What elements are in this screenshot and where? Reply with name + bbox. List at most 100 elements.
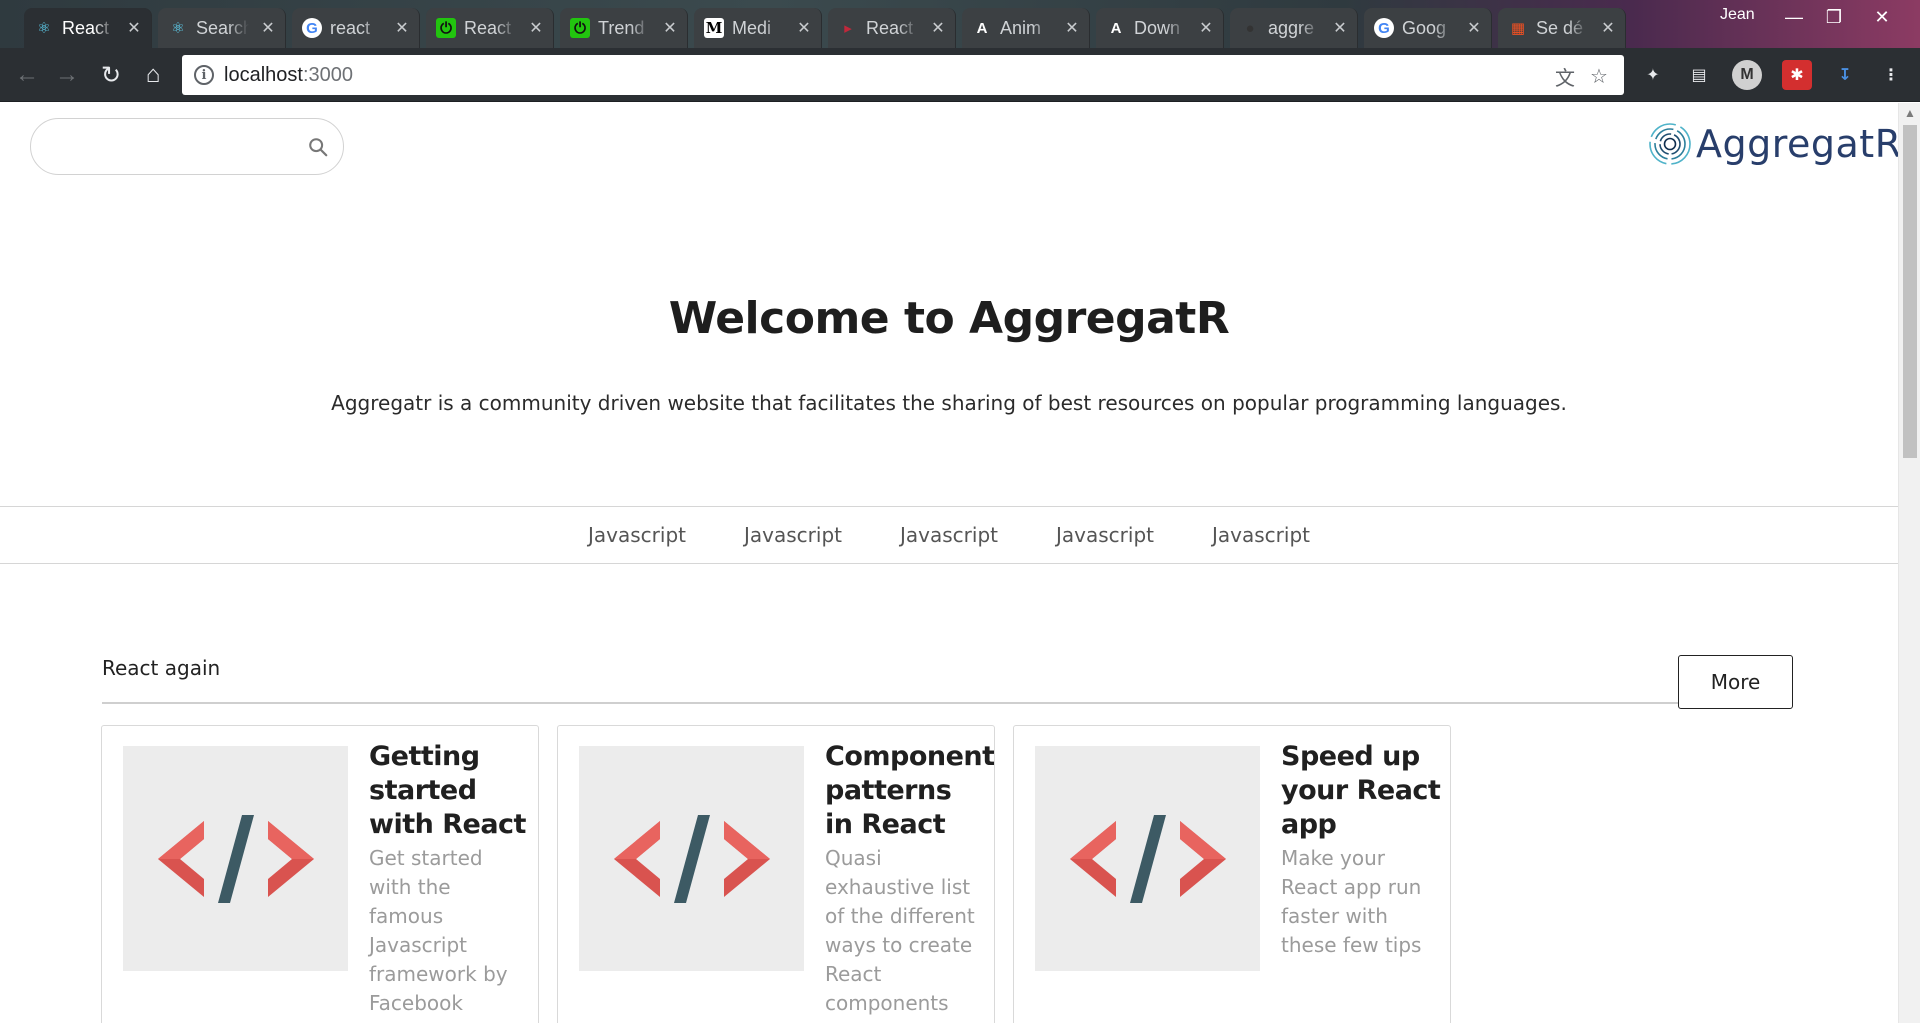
tab-close-icon[interactable]: ✕ <box>1463 18 1485 38</box>
browser-tab[interactable]: ⚛ React ✕ <box>24 8 152 48</box>
reload-icon[interactable]: ↻ <box>94 58 128 92</box>
search-input[interactable] <box>51 131 291 163</box>
document-extension-icon[interactable]: ▤ <box>1684 60 1714 90</box>
react-arrow-icon: ▸ <box>844 20 852 37</box>
code-icon <box>157 814 314 903</box>
info-icon[interactable]: i <box>194 65 214 85</box>
tab-title: Trend <box>598 17 645 38</box>
tab-close-icon[interactable]: ✕ <box>123 18 145 38</box>
section-title: React again <box>102 656 221 680</box>
section-divider <box>102 702 1792 704</box>
card-description: Quasi exhaustive list of the different w… <box>825 846 975 1015</box>
card-title[interactable]: Component patterns in React <box>825 740 994 842</box>
browser-tab[interactable]: ⏻ React ✕ <box>426 8 554 48</box>
card-description: Get started with the famous Javascript f… <box>369 846 508 1015</box>
tab-close-icon[interactable]: ✕ <box>257 18 279 38</box>
forward-icon[interactable]: → <box>50 58 84 92</box>
tab-close-icon[interactable]: ✕ <box>525 18 547 38</box>
resource-card[interactable]: Getting started with React Get started w… <box>101 725 539 1023</box>
red-extension-icon[interactable]: ✱ <box>1782 60 1812 90</box>
translate-icon[interactable]: 文 <box>1552 63 1578 90</box>
card-thumbnail <box>579 746 804 971</box>
home-icon[interactable]: ⌂ <box>136 58 170 92</box>
browser-tab-strip: ⚛ React ✕ ⚛ Search ✕ Greact ✕ ⏻ React ✕ ⏻ Trend ✕ M Med… <box>0 0 1920 48</box>
category-nav: Javascript Javascript Javascript Javascr… <box>0 506 1898 564</box>
browser-toolbar: ← → ↻ ⌂ i localhost:3000 文 ☆ ✦ ▤ M ✱ ↧ ⋮ <box>0 48 1920 102</box>
react-icon: ⚛ <box>37 20 51 37</box>
tab-close-icon[interactable]: ✕ <box>1597 18 1619 38</box>
card-title[interactable]: Speed up your React app <box>1281 740 1441 842</box>
github-icon: ● <box>1245 19 1255 37</box>
category-link[interactable]: Javascript <box>1183 523 1339 547</box>
browser-tab[interactable]: G Goog ✕ <box>1364 8 1492 48</box>
browser-tab[interactable]: A Down ✕ <box>1096 8 1224 48</box>
a-icon: A <box>976 19 988 37</box>
browser-tab[interactable]: ▦ Se dé ✕ <box>1498 8 1626 48</box>
medium-extension-icon[interactable]: M <box>1732 60 1762 90</box>
browser-tab[interactable]: ▸ React ✕ <box>828 8 956 48</box>
tab-title: React <box>464 17 512 38</box>
microsoft-icon: ▦ <box>1510 20 1526 37</box>
tab-close-icon[interactable]: ✕ <box>1329 18 1351 38</box>
browser-tab[interactable]: ⚛ Search ✕ <box>158 8 286 48</box>
bookmark-star-icon[interactable]: ☆ <box>1586 63 1612 89</box>
browser-tab[interactable]: Greact ✕ <box>292 8 420 48</box>
page-subtitle: Aggregatr is a community driven website … <box>331 391 1567 415</box>
category-link[interactable]: Javascript <box>559 523 715 547</box>
green-logo-icon: ⏻ <box>436 18 456 38</box>
profile-name[interactable]: Jean <box>1720 6 1755 24</box>
card-title[interactable]: Getting started with React <box>369 740 529 842</box>
tab-close-icon[interactable]: ✕ <box>391 18 413 38</box>
code-icon <box>613 814 770 903</box>
address-bar[interactable]: i localhost:3000 文 ☆ <box>182 55 1624 95</box>
search-box <box>30 118 344 175</box>
download-extension-icon[interactable]: ↧ <box>1830 60 1860 90</box>
category-link[interactable]: Javascript <box>871 523 1027 547</box>
browser-tab[interactable]: ● aggre ✕ <box>1230 8 1358 48</box>
card-description: Make your React app run faster with thes… <box>1281 846 1422 957</box>
browser-tab[interactable]: ⏻ Trend ✕ <box>560 8 688 48</box>
url-port: :3000 <box>302 63 353 86</box>
category-link[interactable]: Javascript <box>715 523 871 547</box>
browser-tab[interactable]: A Anim ✕ <box>962 8 1090 48</box>
scrollbar-thumb[interactable] <box>1903 125 1917 458</box>
search-icon[interactable] <box>307 136 329 158</box>
restore-icon[interactable]: ❐ <box>1814 2 1854 32</box>
card-thumbnail <box>1035 746 1260 971</box>
puzzle-extension-icon[interactable]: ✦ <box>1638 60 1668 90</box>
tab-close-icon[interactable]: ✕ <box>659 18 681 38</box>
medium-icon: M <box>704 18 724 38</box>
tab-title: Se dé <box>1536 17 1584 38</box>
menu-icon[interactable]: ⋮ <box>1876 60 1906 90</box>
tab-close-icon[interactable]: ✕ <box>1061 18 1083 38</box>
tab-title: Anim <box>1000 17 1042 38</box>
close-window-icon[interactable]: ✕ <box>1862 2 1902 32</box>
tab-close-icon[interactable]: ✕ <box>793 18 815 38</box>
a-icon: A <box>1110 19 1122 37</box>
code-icon <box>1069 814 1226 903</box>
browser-tab[interactable]: M Medi ✕ <box>694 8 822 48</box>
back-icon[interactable]: ← <box>10 58 44 92</box>
tab-title: react <box>330 17 371 38</box>
card-thumbnail <box>123 746 348 971</box>
category-link[interactable]: Javascript <box>1027 523 1183 547</box>
more-button[interactable]: More <box>1678 655 1793 709</box>
tab-title: Search <box>196 17 249 38</box>
tab-close-icon[interactable]: ✕ <box>1195 18 1217 38</box>
tab-title: Medi <box>732 17 772 38</box>
page: AggregatR Welcome to AggregatR Aggregatr… <box>0 103 1898 1023</box>
minimize-icon[interactable]: — <box>1774 2 1814 32</box>
aggregatr-logo-icon <box>1649 123 1691 165</box>
google-icon: G <box>1374 18 1394 38</box>
page-scrollbar[interactable]: ▲ <box>1898 103 1920 1023</box>
tab-title: aggre <box>1268 17 1315 38</box>
brand-logo[interactable]: AggregatR <box>1646 118 1898 170</box>
tab-title: React <box>62 17 110 38</box>
brand-name: AggregatR <box>1696 122 1898 166</box>
resource-card[interactable]: Speed up your React app Make your React … <box>1013 725 1451 1023</box>
tab-close-icon[interactable]: ✕ <box>927 18 949 38</box>
url-host: localhost <box>224 63 303 86</box>
resource-card[interactable]: Component patterns in React Quasi exhaus… <box>557 725 995 1023</box>
scroll-up-icon[interactable]: ▲ <box>1899 103 1920 123</box>
tab-title: Down <box>1134 17 1181 38</box>
